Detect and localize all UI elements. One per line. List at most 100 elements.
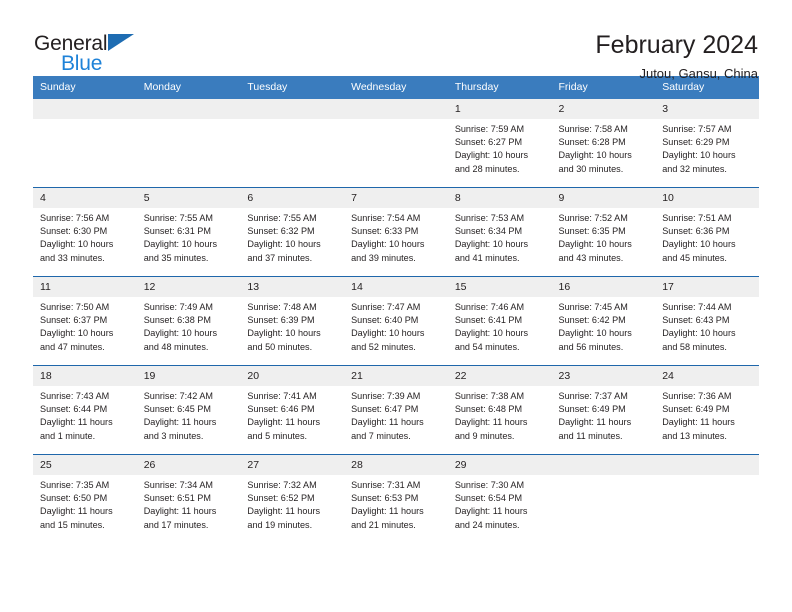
day-detail-line: and 48 minutes. bbox=[143, 341, 209, 352]
day-number: 20 bbox=[240, 366, 345, 386]
calendar-day-cell[interactable]: 9 Sunrise: 7:52 AM Sunset: 6:35 PM Daylight… bbox=[551, 187, 656, 277]
day-details: Sunrise: 7:46 AM Sunset: 6:41 PM Daylight:… bbox=[448, 297, 552, 354]
weekday-header-monday: Monday bbox=[136, 76, 241, 99]
day-number: 9 bbox=[551, 188, 656, 208]
day-detail-line: and 32 minutes. bbox=[662, 163, 727, 174]
calendar-day-cell[interactable]: 12 Sunrise: 7:49 AM Sunset: 6:38 PM Dayligh… bbox=[136, 276, 241, 366]
calendar-day-cell[interactable]: 18 Sunrise: 7:43 AM Sunset: 6:44 PM Dayligh… bbox=[33, 365, 137, 455]
day-details: Sunrise: 7:55 AM Sunset: 6:32 PM Daylight:… bbox=[240, 208, 344, 265]
calendar-day-cell[interactable]: 20 Sunrise: 7:41 AM Sunset: 6:46 PM Dayligh… bbox=[240, 365, 345, 455]
day-details bbox=[552, 475, 656, 479]
calendar-day-cell[interactable]: 15 Sunrise: 7:46 AM Sunset: 6:41 PM Dayligh… bbox=[447, 276, 552, 366]
general-blue-logo[interactable]: General Blue bbox=[34, 30, 154, 76]
calendar-day-cell[interactable]: 27 Sunrise: 7:32 AM Sunset: 6:52 PM Dayligh… bbox=[240, 454, 345, 543]
day-number: 8 bbox=[447, 188, 552, 208]
calendar-day-cell[interactable]: 1 Sunrise: 7:59 AM Sunset: 6:27 PM Daylight… bbox=[447, 99, 552, 188]
day-details: Sunrise: 7:42 AM Sunset: 6:45 PM Daylight:… bbox=[137, 386, 241, 443]
day-detail-line: Sunrise: 7:49 AM bbox=[143, 302, 213, 312]
day-detail-line: Sunrise: 7:46 AM bbox=[454, 302, 525, 312]
day-detail-line: Daylight: 10 hours bbox=[143, 328, 217, 339]
calendar-day-cell-empty bbox=[136, 99, 241, 188]
weekday-header-wednesday: Wednesday bbox=[344, 76, 448, 99]
calendar-body: 1 Sunrise: 7:59 AM Sunset: 6:27 PM Daylight… bbox=[33, 99, 759, 543]
calendar-day-cell[interactable]: 3 Sunrise: 7:57 AM Sunset: 6:29 PM Daylight… bbox=[655, 99, 759, 188]
day-detail-line: Sunrise: 7:53 AM bbox=[454, 213, 525, 223]
calendar-day-cell[interactable]: 7 Sunrise: 7:54 AM Sunset: 6:33 PM Daylight… bbox=[344, 187, 448, 277]
day-details: Sunrise: 7:54 AM Sunset: 6:33 PM Daylight:… bbox=[344, 208, 448, 265]
day-number: 18 bbox=[33, 366, 137, 386]
day-detail-line: Daylight: 10 hours bbox=[351, 328, 425, 339]
day-details bbox=[344, 119, 448, 123]
day-details: Sunrise: 7:43 AM Sunset: 6:44 PM Daylight:… bbox=[33, 386, 137, 443]
day-detail-line: Sunrise: 7:48 AM bbox=[247, 302, 317, 312]
day-detail-line: Sunrise: 7:41 AM bbox=[247, 391, 317, 401]
day-detail-line: Sunset: 6:40 PM bbox=[351, 315, 419, 326]
calendar-day-cell[interactable]: 25 Sunrise: 7:35 AM Sunset: 6:50 PM Dayligh… bbox=[33, 454, 137, 543]
day-detail-line: Sunset: 6:39 PM bbox=[247, 315, 315, 326]
day-detail-line: and 1 minute. bbox=[40, 430, 96, 441]
calendar-day-cell[interactable]: 24 Sunrise: 7:36 AM Sunset: 6:49 PM Dayligh… bbox=[655, 365, 759, 455]
day-details: Sunrise: 7:52 AM Sunset: 6:35 PM Daylight:… bbox=[552, 208, 656, 265]
day-detail-line: Sunset: 6:42 PM bbox=[558, 315, 626, 326]
day-detail-line: and 17 minutes. bbox=[143, 519, 209, 530]
day-detail-line: Daylight: 10 hours bbox=[351, 239, 425, 250]
day-detail-line: Sunrise: 7:56 AM bbox=[40, 213, 110, 223]
calendar-day-cell-empty bbox=[240, 99, 345, 188]
day-detail-line: Sunrise: 7:39 AM bbox=[351, 391, 421, 401]
day-number: 12 bbox=[136, 277, 241, 297]
day-number: 5 bbox=[136, 188, 241, 208]
day-details: Sunrise: 7:41 AM Sunset: 6:46 PM Daylight:… bbox=[240, 386, 344, 443]
day-detail-line: and 28 minutes. bbox=[454, 163, 520, 174]
day-detail-line: Daylight: 11 hours bbox=[454, 417, 528, 428]
day-detail-line: Sunset: 6:35 PM bbox=[558, 226, 626, 237]
day-detail-line: Sunrise: 7:51 AM bbox=[662, 213, 732, 223]
day-detail-line: and 50 minutes. bbox=[247, 341, 313, 352]
day-number: 17 bbox=[655, 277, 759, 297]
day-number: 6 bbox=[240, 188, 345, 208]
weekday-header-sunday: Sunday bbox=[33, 76, 137, 99]
day-detail-line: Daylight: 10 hours bbox=[40, 239, 114, 250]
day-detail-line: Daylight: 11 hours bbox=[662, 417, 735, 428]
day-detail-line: Sunrise: 7:50 AM bbox=[40, 302, 110, 312]
day-detail-line: Sunrise: 7:55 AM bbox=[143, 213, 213, 223]
calendar-day-cell[interactable]: 23 Sunrise: 7:37 AM Sunset: 6:49 PM Dayligh… bbox=[551, 365, 656, 455]
calendar-day-cell[interactable]: 28 Sunrise: 7:31 AM Sunset: 6:53 PM Dayligh… bbox=[344, 454, 448, 543]
calendar-week-row: 18 Sunrise: 7:43 AM Sunset: 6:44 PM Dayligh… bbox=[33, 365, 759, 455]
calendar-day-cell[interactable]: 5 Sunrise: 7:55 AM Sunset: 6:31 PM Daylight… bbox=[136, 187, 241, 277]
day-detail-line: and 19 minutes. bbox=[247, 519, 313, 530]
day-detail-line: Daylight: 11 hours bbox=[40, 417, 113, 428]
day-detail-line: Sunset: 6:51 PM bbox=[143, 493, 211, 504]
day-detail-line: and 7 minutes. bbox=[351, 430, 411, 441]
calendar-day-cell[interactable]: 29 Sunrise: 7:30 AM Sunset: 6:54 PM Dayligh… bbox=[447, 454, 552, 543]
calendar-day-cell[interactable]: 6 Sunrise: 7:55 AM Sunset: 6:32 PM Daylight… bbox=[240, 187, 345, 277]
calendar-day-cell[interactable]: 26 Sunrise: 7:34 AM Sunset: 6:51 PM Dayligh… bbox=[136, 454, 241, 543]
day-detail-line: Sunset: 6:50 PM bbox=[40, 493, 108, 504]
calendar-day-cell[interactable]: 21 Sunrise: 7:39 AM Sunset: 6:47 PM Dayligh… bbox=[344, 365, 448, 455]
day-detail-line: Sunrise: 7:35 AM bbox=[40, 480, 110, 490]
day-detail-line: Daylight: 11 hours bbox=[454, 506, 528, 517]
calendar-day-cell[interactable]: 8 Sunrise: 7:53 AM Sunset: 6:34 PM Daylight… bbox=[447, 187, 552, 277]
day-detail-line: and 37 minutes. bbox=[247, 252, 313, 263]
calendar-day-cell[interactable]: 10 Sunrise: 7:51 AM Sunset: 6:36 PM Dayligh… bbox=[655, 187, 759, 277]
calendar-day-cell[interactable]: 11 Sunrise: 7:50 AM Sunset: 6:37 PM Dayligh… bbox=[33, 276, 137, 366]
calendar-day-cell[interactable]: 19 Sunrise: 7:42 AM Sunset: 6:45 PM Dayligh… bbox=[136, 365, 241, 455]
day-detail-line: Sunset: 6:54 PM bbox=[454, 493, 523, 504]
day-detail-line: and 13 minutes. bbox=[662, 430, 727, 441]
calendar-day-cell[interactable]: 2 Sunrise: 7:58 AM Sunset: 6:28 PM Daylight… bbox=[551, 99, 656, 188]
day-number: 7 bbox=[344, 188, 448, 208]
calendar-day-cell[interactable]: 4 Sunrise: 7:56 AM Sunset: 6:30 PM Daylight… bbox=[33, 187, 137, 277]
calendar-day-cell[interactable]: 22 Sunrise: 7:38 AM Sunset: 6:48 PM Dayligh… bbox=[447, 365, 552, 455]
day-detail-line: Sunset: 6:47 PM bbox=[351, 404, 419, 415]
calendar-day-cell[interactable]: 16 Sunrise: 7:45 AM Sunset: 6:42 PM Dayligh… bbox=[551, 276, 656, 366]
day-detail-line: and 45 minutes. bbox=[662, 252, 727, 263]
calendar-day-cell[interactable]: 14 Sunrise: 7:47 AM Sunset: 6:40 PM Dayligh… bbox=[344, 276, 448, 366]
day-detail-line: and 5 minutes. bbox=[247, 430, 308, 441]
day-number: 22 bbox=[447, 366, 552, 386]
day-detail-line: Sunrise: 7:59 AM bbox=[454, 124, 525, 134]
calendar-day-cell[interactable]: 17 Sunrise: 7:44 AM Sunset: 6:43 PM Dayligh… bbox=[655, 276, 759, 366]
day-detail-line: Sunrise: 7:38 AM bbox=[454, 391, 525, 401]
day-number: 19 bbox=[136, 366, 241, 386]
day-detail-line: Sunset: 6:48 PM bbox=[454, 404, 523, 415]
day-number bbox=[136, 99, 241, 119]
calendar-day-cell[interactable]: 13 Sunrise: 7:48 AM Sunset: 6:39 PM Dayligh… bbox=[240, 276, 345, 366]
